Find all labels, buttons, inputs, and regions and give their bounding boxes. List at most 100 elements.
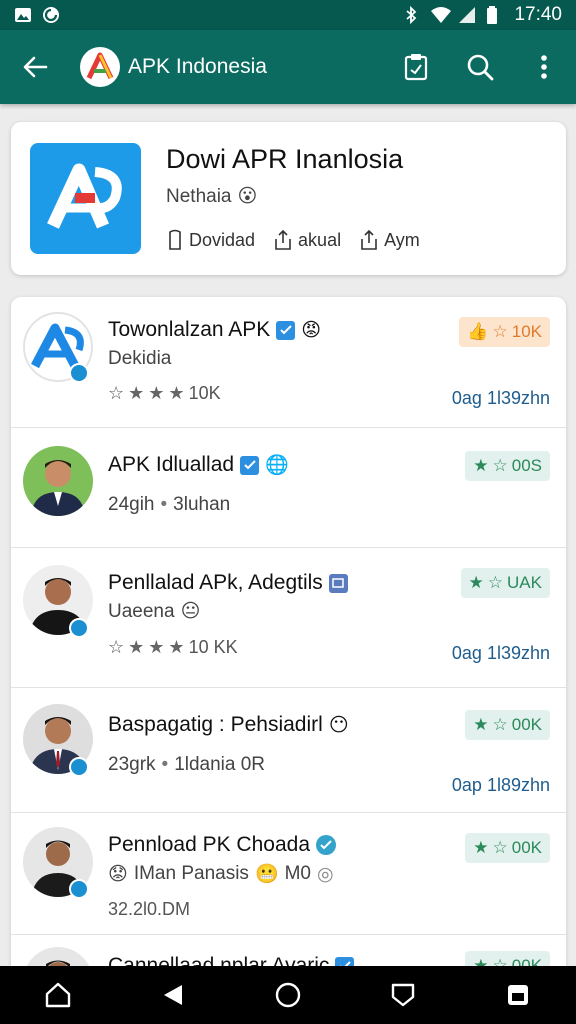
list-item[interactable]: Baspagatig : Pehsiadirl 😶 23grk • 1ldani…: [11, 688, 566, 813]
back-nav-button[interactable]: [143, 966, 203, 1024]
circle-home-icon: [275, 982, 301, 1008]
app-logo: [80, 47, 120, 87]
recents-button[interactable]: [488, 966, 548, 1024]
worried-emoji-icon: 😟: [108, 863, 128, 885]
angry-emoji-icon: 😡: [301, 319, 322, 341]
clipboard-button[interactable]: [384, 30, 448, 104]
image-icon: [14, 6, 32, 24]
star-icon: ★: [168, 383, 185, 403]
home-button[interactable]: [28, 966, 88, 1024]
recents-icon: [508, 985, 529, 1005]
item-title: Towonlalzan APK: [108, 318, 271, 341]
list-item[interactable]: Pennload PK Choada 😟 IMan Panasis 😬 M0 ◎…: [11, 813, 566, 935]
clipboard-icon: [404, 54, 428, 81]
badge-label: 00K: [511, 715, 542, 734]
hero-actions: Dovidad akual Aym: [166, 229, 420, 251]
badge-label: 00S: [511, 456, 542, 475]
verified-icon: [69, 363, 89, 383]
star-icon: ★: [128, 637, 145, 657]
apk-list: Towonlalzan APK 😡 Dekidia ☆ ★ ★ ★ 10K 👍 …: [11, 297, 566, 977]
status-badge: ★ ☆ UAK: [460, 568, 550, 598]
item-subtitle-extra: 3luhan: [173, 494, 231, 515]
shield-button[interactable]: [373, 966, 433, 1024]
avatar: [23, 446, 93, 516]
item-time: 0ap 1l89zhn: [451, 775, 550, 795]
navigation-bar: [0, 966, 576, 1024]
star-outline-icon: ☆: [108, 637, 125, 657]
verified-icon: [69, 618, 89, 638]
grimace-emoji-icon: 😬: [254, 864, 279, 885]
app-hero-card: Dowi APR Inanlosia Nethaia 😮 Dovidad aku…: [11, 122, 566, 275]
status-badge: ★ ☆ 00S: [465, 451, 550, 481]
star-outline-icon: ☆: [492, 322, 508, 341]
item-title: Penllalad APk, Adegtils: [108, 571, 323, 594]
star-icon: ★: [148, 383, 165, 403]
home-icon: [45, 982, 70, 1008]
wifi-icon: [430, 6, 452, 24]
item-subtitle: Uaeena: [108, 600, 175, 622]
rating: ☆ ★ ★ ★ 10K: [108, 383, 221, 404]
star-outline-icon: ☆: [492, 838, 508, 857]
search-button[interactable]: [448, 30, 512, 104]
list-item[interactable]: APK Idluallad 🌐 24gih • 3luhan ★ ☆ 00S: [11, 428, 566, 548]
hero-title: Dowi APR Inanlosia: [166, 144, 404, 174]
signal-icon: [458, 6, 476, 24]
list-item[interactable]: Penllalad APk, Adegtils Uaeena 😐 ☆ ★ ★ ★…: [11, 548, 566, 688]
star-icon: ★: [468, 573, 484, 592]
home-nav-button[interactable]: [258, 966, 318, 1024]
status-time: 17:40: [514, 4, 562, 25]
download-button[interactable]: Dovidad: [166, 229, 255, 251]
badge-label: 10K: [511, 322, 542, 341]
star-outline-icon: ☆: [492, 715, 508, 734]
share-button[interactable]: akual: [273, 229, 341, 251]
verified-badge-icon: [240, 455, 260, 475]
status-bar: 17:40: [0, 0, 576, 30]
item-subtitle-extra: M0: [284, 863, 312, 884]
item-title: Pennload PK Choada: [108, 833, 310, 856]
item-meta: 32.2l0.DM: [108, 899, 191, 919]
download-label: Dovidad: [189, 229, 256, 250]
thumbs-up-icon: 👍: [467, 322, 489, 341]
triangle-back-icon: [163, 985, 182, 1005]
share-icon: [275, 229, 291, 250]
star-icon: ★: [128, 383, 145, 403]
more-options-button[interactable]: [512, 30, 576, 104]
back-button[interactable]: [0, 30, 70, 104]
item-time: 0ag 1l39zhn: [451, 388, 550, 408]
item-subtitle-extra: 1ldania 0R: [174, 754, 266, 775]
star-outline-icon: ☆: [108, 383, 125, 403]
status-badge: ★ ☆ 00K: [465, 710, 550, 740]
expressionless-emoji-icon: 😶: [328, 714, 349, 736]
badge-label: 00K: [511, 838, 542, 857]
bluetooth-icon: [402, 5, 420, 25]
star-icon: ★: [473, 838, 489, 857]
download-icon: [169, 229, 181, 250]
list-item[interactable]: Towonlalzan APK 😡 Dekidia ☆ ★ ★ ★ 10K 👍 …: [11, 297, 566, 428]
verified-icon: [69, 879, 89, 899]
verified-icon: [69, 757, 89, 777]
item-subtitle: 24gih: [108, 494, 155, 515]
item-time: 0ag 1l39zhn: [451, 643, 550, 663]
rating-count: 10K: [188, 383, 221, 403]
star-icon: ★: [148, 637, 165, 657]
status-badge: 👍 ☆ 10K: [459, 317, 550, 347]
battery-icon: [486, 6, 504, 24]
image-badge-icon: [328, 573, 348, 593]
star-icon: ★: [473, 456, 489, 475]
item-subtitle: IMan Panasis: [133, 863, 249, 884]
item-title: APK Idluallad: [108, 453, 235, 476]
verified-check-icon: [316, 835, 336, 855]
separator-dot: •: [161, 754, 169, 775]
hero-subtitle-text: Nethaia: [166, 185, 232, 207]
app-title: APK Indonesia: [128, 55, 267, 78]
arrow-left-icon: [23, 56, 48, 78]
verified-badge-icon: [276, 320, 296, 340]
upload-button[interactable]: Aym: [359, 229, 420, 251]
app-bar: APK Indonesia: [0, 30, 576, 104]
search-icon: [467, 54, 494, 81]
star-icon: ★: [473, 715, 489, 734]
upload-icon: [361, 229, 377, 250]
star-outline-icon: ☆: [487, 573, 504, 592]
star-icon: ★: [168, 637, 185, 657]
globe-icon: 🌐: [265, 455, 289, 476]
